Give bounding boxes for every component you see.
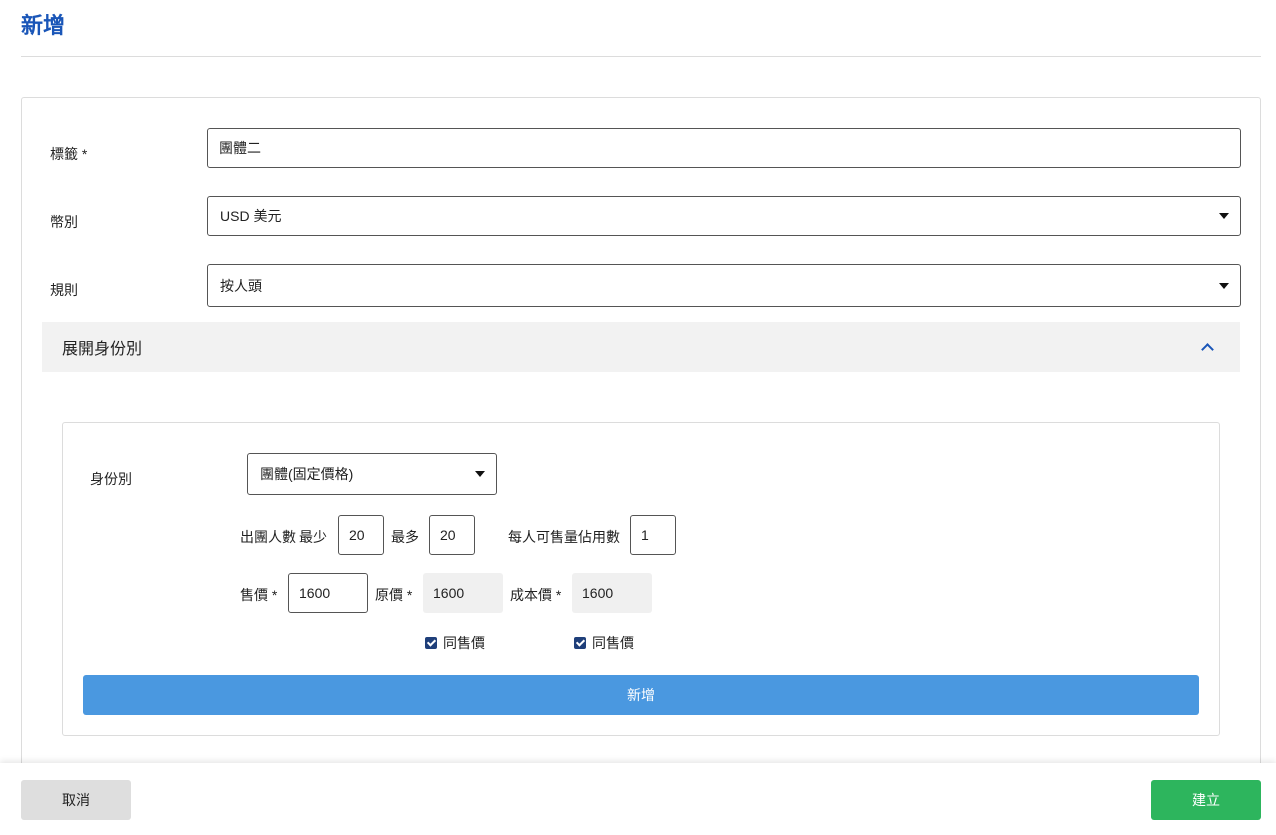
min-label: 最少 [299,529,327,545]
rule-select[interactable]: 按人頭 [207,264,1241,307]
currency-select[interactable]: USD 美元 [207,196,1241,236]
caret-down-icon [1219,213,1229,219]
original-price-input: 1600 [423,573,503,613]
accordion-title: 展開身份別 [62,341,143,358]
checkbox-checked-icon[interactable] [574,637,586,649]
form-card: 標籤 * 團體二 幣別 USD 美元 規則 按人頭 展開身份別 身份別 團體(固… [21,97,1261,797]
identity-select[interactable]: 團體(固定價格) [247,453,497,495]
caret-down-icon [475,471,485,477]
caret-down-icon [1219,282,1229,289]
rule-label: 規則 [50,282,78,298]
tag-input[interactable]: 團體二 [207,128,1241,168]
identity-select-value: 團體(固定價格) [260,466,354,482]
currency-select-value: USD 美元 [220,208,282,224]
checkbox-checked-icon[interactable] [425,637,437,649]
sale-price-input[interactable]: 1600 [288,573,368,613]
checkbox-label: 同售價 [592,635,634,651]
tag-label: 標籤 * [50,146,88,162]
identity-card: 身份別 團體(固定價格) 出團人數 最少 20 最多 20 每人可售量佔用數 1… [62,422,1220,736]
min-input[interactable]: 20 [338,515,384,555]
max-label: 最多 [391,529,419,545]
sale-price-label: 售價 * [240,587,278,603]
original-same-as-sale-checkbox[interactable]: 同售價 [425,633,485,653]
page-title: 新增 [21,13,66,38]
cost-price-label: 成本價 * [510,587,562,603]
cancel-button[interactable]: 取消 [21,780,131,820]
identity-label: 身份別 [90,471,132,487]
per-person-input[interactable]: 1 [630,515,676,555]
footer-bar: 取消 建立 [0,763,1276,835]
group-size-label: 出團人數 [240,529,296,545]
original-price-label: 原價 * [375,587,413,603]
add-identity-button[interactable]: 新增 [83,675,1199,715]
currency-label: 幣別 [50,214,78,230]
rule-select-value: 按人頭 [220,277,262,294]
max-input[interactable]: 20 [429,515,475,555]
identity-accordion-header[interactable]: 展開身份別 [42,322,1240,372]
create-button[interactable]: 建立 [1151,780,1261,820]
title-divider [21,56,1261,57]
chevron-up-icon[interactable] [1201,343,1214,356]
per-person-label: 每人可售量佔用數 [508,529,620,545]
checkbox-label: 同售價 [443,635,485,651]
cost-same-as-sale-checkbox[interactable]: 同售價 [574,633,634,653]
cost-price-input: 1600 [572,573,652,613]
